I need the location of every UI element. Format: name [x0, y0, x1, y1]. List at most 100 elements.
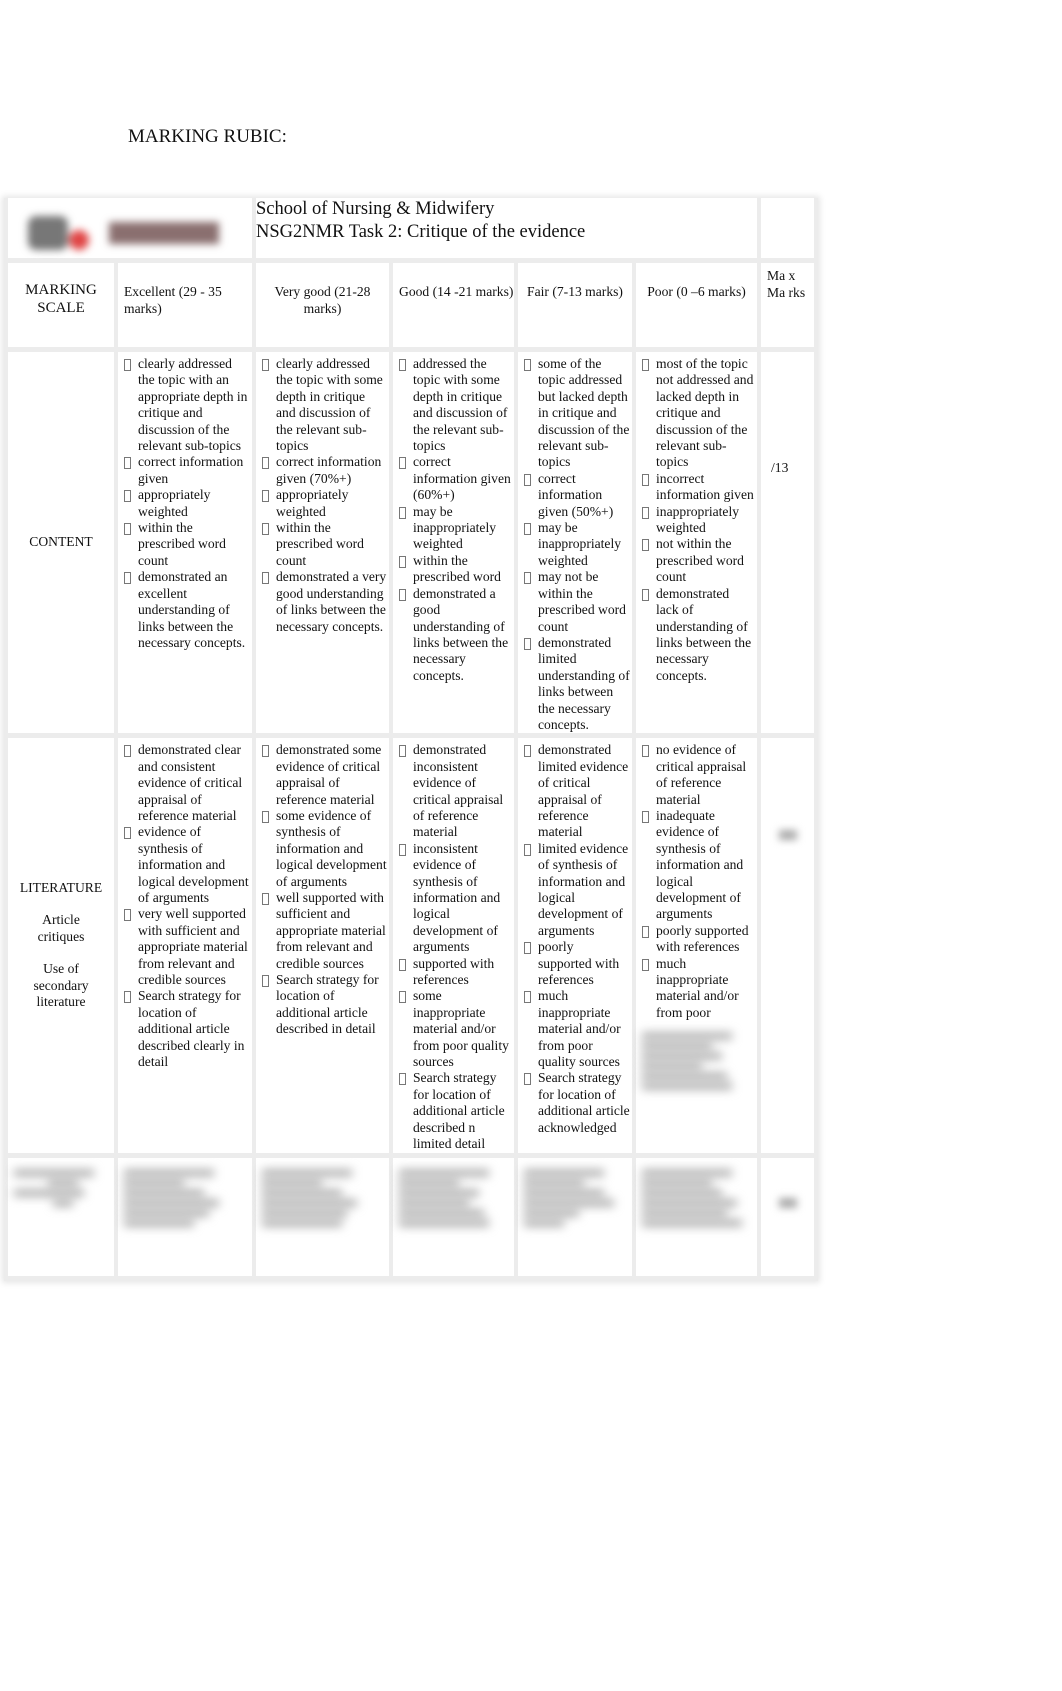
criteria-item: appropriately weighted [124, 487, 250, 520]
marking-scale-row: MARKING SCALE Excellent (29 - 35 marks) … [4, 260, 819, 352]
criteria-item: some evidence of synthesis of informatio… [262, 808, 387, 890]
band-poor: Poor (0 –6 marks) [631, 260, 762, 352]
document-heading: MARKING RUBIC: [128, 126, 287, 147]
criteria-item: within the prescribed word [399, 553, 512, 586]
content-good-cell: addressed the topic with some depth in c… [389, 349, 518, 739]
criteria-item: demonstrated limited understanding of li… [524, 635, 630, 733]
literature-very-good-cell: demonstrated some evidence of critical a… [252, 735, 393, 1158]
criteria-item: inappropriately weighted [642, 504, 755, 537]
criteria-item: clearly addressed the topic with an appr… [124, 356, 250, 454]
literature-max-marks [757, 735, 819, 1158]
band-good: Good (14 -21 marks) [389, 260, 518, 352]
criteria-list: demonstrated inconsistent evidence of cr… [393, 742, 514, 1152]
criteria-item: much inappropriate material and/or from … [642, 956, 755, 1022]
rubric-header-row: School of Nursing & Midwifery NSG2NMR Ta… [4, 198, 819, 263]
criteria-list: addressed the topic with some depth in c… [393, 356, 514, 684]
obscured-cell [114, 1155, 256, 1281]
criteria-item: clearly addressed the topic with some de… [262, 356, 387, 454]
criteria-item: demonstrated inconsistent evidence of cr… [399, 742, 512, 840]
criterion-literature: LITERATURE Article critiques Use of seco… [4, 735, 118, 1158]
criteria-item: poorly supported with references [524, 939, 630, 988]
criteria-item: within the prescribed word count [124, 520, 250, 569]
content-fair-cell: some of the topic addressed but lacked d… [514, 349, 636, 739]
criteria-item: incorrect information given [642, 471, 755, 504]
literature-excellent-cell: demonstrated clear and consistent eviden… [114, 735, 256, 1158]
literature-good-cell: demonstrated inconsistent evidence of cr… [389, 735, 518, 1158]
criteria-item: correct information given [124, 454, 250, 487]
criteria-list: no evidence of critical appraisal of ref… [636, 742, 757, 1021]
obscured-criterion [4, 1155, 118, 1281]
criteria-item: no evidence of critical appraisal of ref… [642, 742, 755, 808]
content-excellent-cell: clearly addressed the topic with an appr… [114, 349, 256, 739]
band-very-good: Very good (21-28 marks) [252, 260, 393, 352]
criteria-item: demonstrated lack of understanding of li… [642, 586, 755, 684]
task-title: NSG2NMR Task 2: Critique of the evidence [256, 222, 586, 242]
criteria-item: addressed the topic with some depth in c… [399, 356, 512, 454]
header-blank-cell [757, 198, 819, 263]
criteria-item: demonstrated a good understanding of lin… [399, 586, 512, 684]
criteria-item: supported with references [399, 956, 512, 989]
criteria-item: Search strategy for location of addition… [524, 1070, 630, 1136]
criteria-list: clearly addressed the topic with an appr… [118, 356, 252, 651]
criteria-item: Search strategy for location of addition… [124, 988, 250, 1070]
criteria-item: some inappropriate material and/or from … [399, 988, 512, 1070]
criterion-sub-secondary-literature: Use of secondary literature [33, 961, 89, 1010]
criteria-list: some of the topic addressed but lacked d… [518, 356, 632, 733]
criteria-item: demonstrated clear and consistent eviden… [124, 742, 250, 824]
content-poor-cell: most of the topic not addressed and lack… [631, 349, 762, 739]
criterion-sub-article-critiques: Article critiques [37, 912, 85, 944]
criteria-item: demonstrated a very good understanding o… [262, 569, 387, 635]
criterion-content: CONTENT [4, 349, 118, 739]
criteria-item: correct information given (50%+) [524, 471, 630, 520]
course-title-cell: School of Nursing & Midwifery NSG2NMR Ta… [251, 198, 762, 263]
university-logo [24, 212, 224, 252]
criteria-item: very well supported with sufficient and … [124, 906, 250, 988]
criteria-list: demonstrated clear and consistent eviden… [118, 742, 252, 1070]
obscured-cell [389, 1155, 518, 1281]
band-excellent: Excellent (29 - 35 marks) [114, 260, 256, 352]
criteria-item: poorly supported with references [642, 923, 755, 956]
criteria-item: may be inappropriately weighted [524, 520, 630, 569]
criteria-item: demonstrated limited evidence of critica… [524, 742, 630, 840]
literature-fair-cell: demonstrated limited evidence of critica… [514, 735, 636, 1158]
criteria-item: appropriately weighted [262, 487, 387, 520]
criteria-item: not within the prescribed word count [642, 536, 755, 585]
criteria-list: clearly addressed the topic with some de… [256, 356, 389, 635]
criteria-item: Search strategy for location of addition… [262, 972, 387, 1038]
band-fair: Fair (7-13 marks) [514, 260, 636, 352]
criteria-item: within the prescribed word count [262, 520, 387, 569]
content-max-marks: /13 [757, 349, 819, 739]
logo-cell [4, 198, 256, 263]
criteria-item: may be inappropriately weighted [399, 504, 512, 553]
criteria-item: most of the topic not addressed and lack… [642, 356, 755, 471]
obscured-text [636, 1021, 757, 1090]
content-very-good-cell: clearly addressed the topic with some de… [252, 349, 393, 739]
obscured-cell [514, 1155, 636, 1281]
criteria-item: much inappropriate material and/or from … [524, 988, 630, 1070]
criterion-label: CONTENT [29, 534, 93, 550]
criteria-item: inconsistent evidence of synthesis of in… [399, 841, 512, 956]
criteria-item: evidence of synthesis of information and… [124, 824, 250, 906]
criteria-item: demonstrated an excellent understanding … [124, 569, 250, 651]
obscured-cell [252, 1155, 393, 1281]
obscured-row [4, 1155, 819, 1281]
criteria-item: limited evidence of synthesis of informa… [524, 841, 630, 939]
literature-poor-cell: no evidence of critical appraisal of ref… [631, 735, 762, 1158]
marking-scale-label: MARKING SCALE [4, 260, 118, 352]
criteria-item: correct information given (60%+) [399, 454, 512, 503]
criteria-item: demonstrated some evidence of critical a… [262, 742, 387, 808]
criteria-item: correct information given (70%+) [262, 454, 387, 487]
criteria-list: demonstrated some evidence of critical a… [256, 742, 389, 1037]
criteria-item: inadequate evidence of synthesis of info… [642, 808, 755, 923]
obscured-max-marks [779, 830, 798, 841]
max-marks-header: Ma x Ma rks [757, 260, 819, 352]
marking-rubric-table: School of Nursing & Midwifery NSG2NMR Ta… [4, 198, 819, 1281]
obscured-max-cell [757, 1155, 819, 1281]
criterion-label: LITERATURE [19, 879, 103, 895]
criteria-item: may not be within the prescribed word co… [524, 569, 630, 635]
criteria-list: most of the topic not addressed and lack… [636, 356, 757, 684]
criteria-item: well supported with sufficient and appro… [262, 890, 387, 972]
criteria-item: some of the topic addressed but lacked d… [524, 356, 630, 471]
content-row: CONTENT clearly addressed the topic with… [4, 349, 819, 739]
criteria-list: demonstrated limited evidence of critica… [518, 742, 632, 1136]
